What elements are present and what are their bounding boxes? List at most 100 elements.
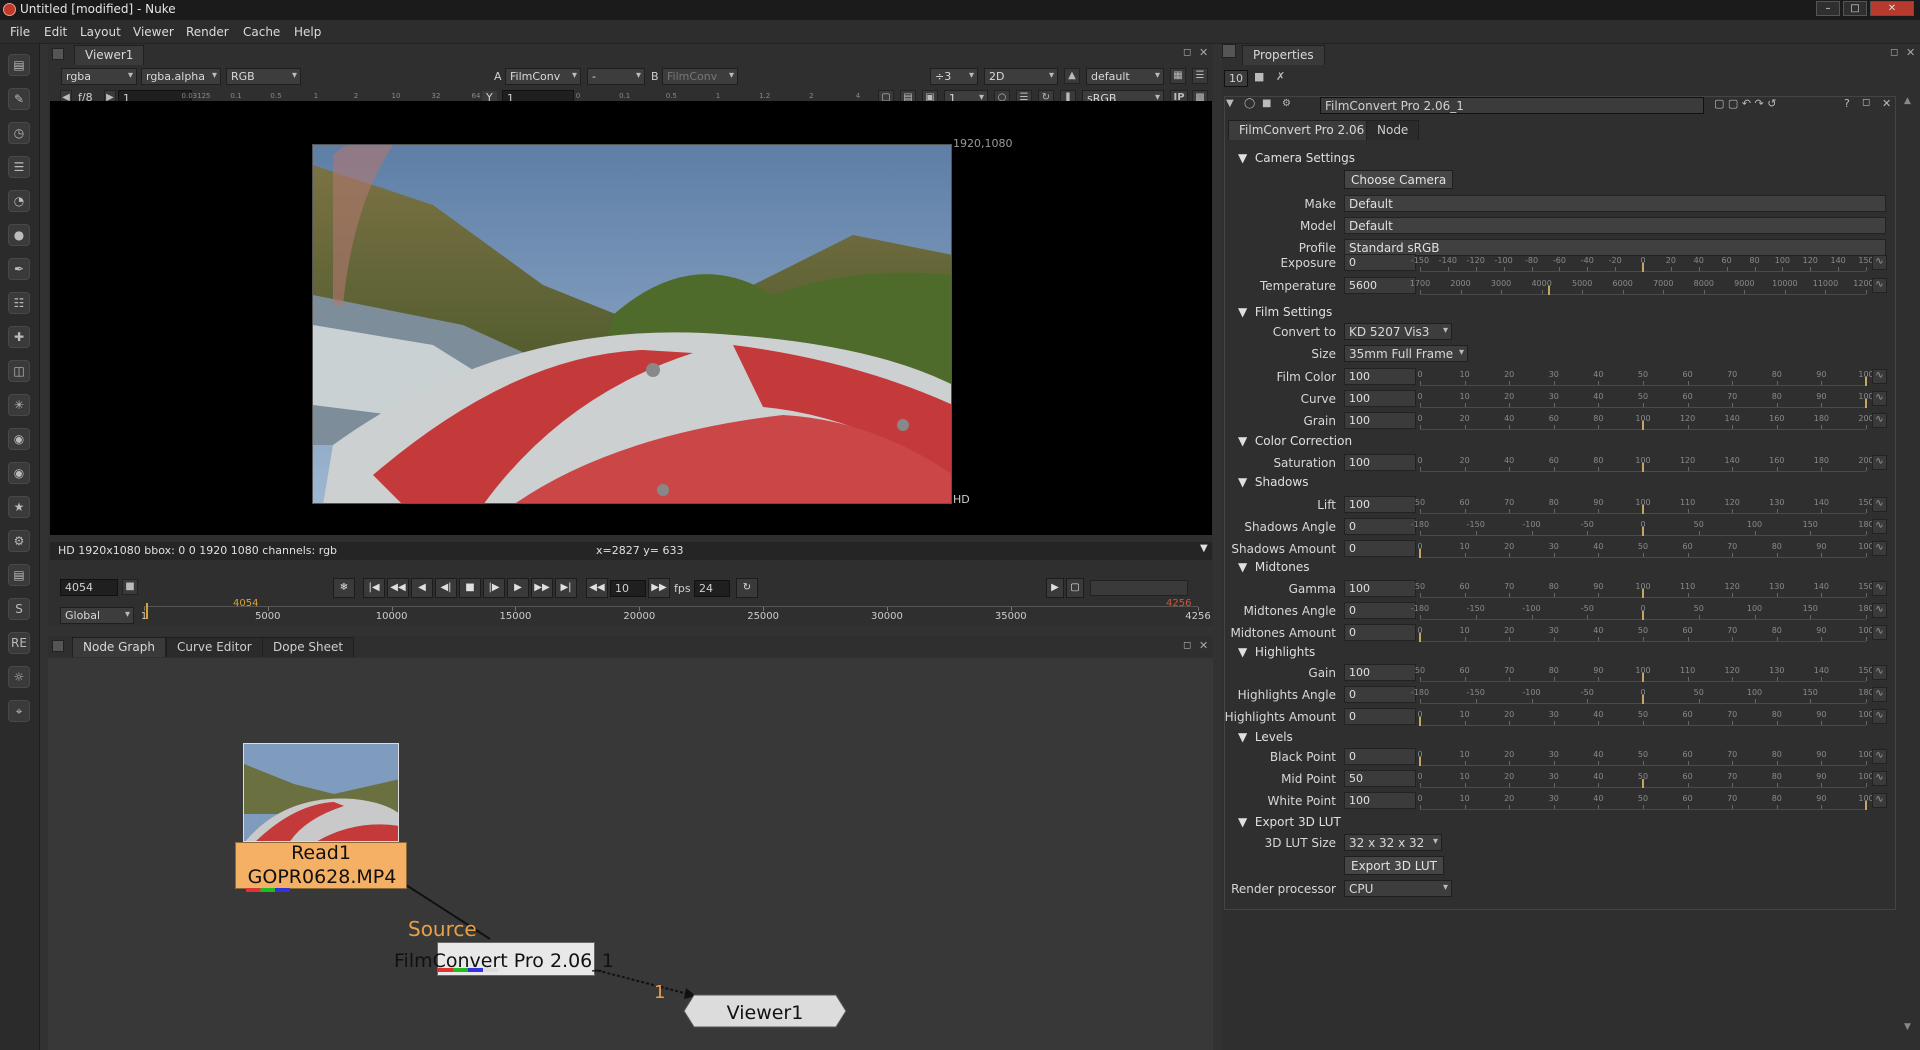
step-forward-icon[interactable]: ▶▶ [648, 578, 670, 598]
tab-dope-sheet[interactable]: Dope Sheet [262, 637, 355, 657]
next-frame-icon[interactable]: ▶ [507, 578, 529, 598]
tab-node[interactable]: Node [1366, 120, 1420, 140]
channel-tool-icon[interactable]: ☰ [8, 156, 30, 178]
slider-gain[interactable]: 50 60 70 80 90 100 110 120 130 140 150 [1415, 666, 1874, 682]
animation-curve-icon[interactable]: ∿ [1872, 497, 1887, 512]
color-correction-section[interactable]: ▼ Color Correction [1238, 434, 1352, 448]
3d-tool-icon[interactable]: ◫ [8, 360, 30, 382]
loop-icon[interactable]: ↻ [736, 578, 758, 598]
slider-lift[interactable]: 50 60 70 80 90 100 110 120 130 140 150 [1415, 498, 1874, 514]
animation-curve-icon[interactable]: ∿ [1872, 625, 1887, 640]
profile-field[interactable]: Standard sRGB [1344, 239, 1886, 256]
info-dropdown-icon[interactable]: ▼ [1200, 543, 1208, 554]
channels-dropdown[interactable]: rgba [61, 68, 137, 85]
slider-handle[interactable] [1865, 399, 1867, 408]
menu-render[interactable]: Render [186, 25, 229, 39]
choose-camera-button[interactable]: Choose Camera [1344, 170, 1454, 189]
slider-curve[interactable]: 0 10 20 30 40 50 60 70 80 90 100 [1417, 392, 1874, 408]
display-style-dropdown[interactable]: RGB [226, 68, 301, 85]
slider-handle[interactable] [1642, 673, 1644, 682]
playback-range-field[interactable] [1090, 580, 1188, 596]
menu-edit[interactable]: Edit [44, 25, 67, 39]
slider-handle[interactable] [1865, 377, 1867, 386]
step-back-icon[interactable]: ◀◀ [586, 578, 608, 598]
animation-curve-icon[interactable]: ∿ [1872, 665, 1887, 680]
ng-close-panel-icon[interactable]: ✕ [1199, 639, 1208, 652]
viewer-image[interactable] [312, 144, 952, 504]
film-settings-section[interactable]: ▼ Film Settings [1238, 305, 1332, 319]
plugin-re-tool-icon[interactable]: RE [8, 632, 30, 654]
animation-curve-icon[interactable]: ∿ [1872, 278, 1887, 293]
value-field-highlights-amount[interactable]: 0 [1344, 708, 1416, 725]
panel-menu-icon[interactable] [52, 48, 64, 60]
slider-handle[interactable] [1548, 286, 1551, 295]
animation-curve-icon[interactable]: ∿ [1872, 603, 1887, 618]
viewer-settings-icon[interactable]: ☰ [1192, 68, 1208, 84]
slider-handle[interactable] [1419, 549, 1421, 558]
props-panel-menu-icon[interactable] [1222, 44, 1236, 58]
slider-handle[interactable] [1865, 801, 1867, 810]
timeline-playhead[interactable] [146, 603, 149, 619]
roi-icon[interactable]: ▦ [1170, 68, 1186, 84]
paint-icon[interactable]: ▲ [1064, 68, 1080, 84]
slider-handle[interactable] [1642, 589, 1644, 598]
slider-handle[interactable] [1642, 779, 1644, 788]
lock-icon[interactable]: ■ [122, 579, 138, 595]
slider-handle[interactable] [1419, 757, 1421, 766]
prev-frame-icon[interactable]: ◀ [411, 578, 433, 598]
value-field-curve[interactable]: 100 [1344, 390, 1416, 407]
plugin-s-tool-icon[interactable]: S [8, 598, 30, 620]
make-field[interactable]: Default [1344, 195, 1886, 212]
render-processor-dropdown[interactable]: CPU [1344, 880, 1452, 897]
range-mode-dropdown[interactable]: Global [60, 607, 134, 624]
slider-film-color[interactable]: 0 10 20 30 40 50 60 70 80 90 100 [1417, 370, 1874, 386]
lut-dropdown[interactable]: default [1086, 68, 1164, 85]
toolsets-tool-icon[interactable]: ⚙ [8, 530, 30, 552]
value-field-shadows-amount[interactable]: 0 [1344, 540, 1416, 557]
export-3d-lut-button[interactable]: Export 3D LUT [1344, 856, 1444, 875]
clear-panels-icon[interactable]: ✗ [1276, 70, 1285, 83]
animation-curve-icon[interactable]: ∿ [1872, 369, 1887, 384]
slider-shadows-amount[interactable]: 0 10 20 30 40 50 60 70 80 90 100 [1417, 542, 1874, 558]
slider-temperature[interactable]: 1700 2000 3000 4000 5000 6000 7000 8000 9000 1000… [1410, 279, 1879, 295]
close-panel-icon[interactable]: ✕ [1199, 46, 1208, 59]
tab-filmconvert[interactable]: FilmConvert Pro 2.06 [1228, 120, 1376, 140]
time-tool-icon[interactable]: ◷ [8, 122, 30, 144]
value-field-exposure[interactable]: 0 [1344, 254, 1416, 271]
animation-curve-icon[interactable]: ∿ [1872, 541, 1887, 556]
slider-midtones-angle[interactable]: -180 -150 -100 -50 0 50 100 150 180 [1411, 604, 1874, 620]
export-3d-lut-section[interactable]: ▼ Export 3D LUT [1238, 815, 1341, 829]
slider-handle[interactable] [1642, 527, 1644, 536]
lut-size-dropdown[interactable]: 32 x 32 x 32 [1344, 834, 1442, 851]
slider-black-point[interactable]: 0 10 20 30 40 50 60 70 80 90 100 [1417, 750, 1874, 766]
highlights-section[interactable]: ▼ Highlights [1238, 645, 1315, 659]
node-settings-icon[interactable]: ⚙ [1282, 98, 1291, 109]
tab-node-graph[interactable]: Node Graph [72, 637, 166, 657]
props-float-icon[interactable]: ◻ [1890, 47, 1898, 58]
lock-panels-icon[interactable]: ■ [1254, 70, 1264, 83]
value-field-white-point[interactable]: 100 [1344, 792, 1416, 809]
next-keyframe-icon[interactable]: ▶▶ [531, 578, 553, 598]
deep-tool-icon[interactable]: ◉ [8, 428, 30, 450]
metadata-tool-icon[interactable]: ★ [8, 496, 30, 518]
value-field-midtones-amount[interactable]: 0 [1344, 624, 1416, 641]
animation-curve-icon[interactable]: ∿ [1872, 519, 1887, 534]
record-icon[interactable]: ▢ [1066, 578, 1084, 598]
slider-exposure[interactable]: -150 -140 -120 -100 -80 -60 -40 -20 0 20 40 60 80 100… [1411, 256, 1874, 272]
close-window-icon[interactable]: ✕ [1870, 1, 1914, 16]
downrez-dropdown[interactable]: ÷3 [930, 68, 978, 85]
color-tool-icon[interactable]: ◔ [8, 190, 30, 212]
tab-curve-editor[interactable]: Curve Editor [166, 637, 263, 657]
slider-saturation[interactable]: 0 20 40 60 80 100 120 140 160 180 200 [1417, 456, 1874, 472]
value-field-mid-point[interactable]: 50 [1344, 770, 1416, 787]
menu-viewer[interactable]: Viewer [133, 25, 174, 39]
slider-handle[interactable] [1642, 505, 1644, 514]
particles-tool-icon[interactable]: ✳ [8, 394, 30, 416]
animation-curve-icon[interactable]: ∿ [1872, 771, 1887, 786]
value-field-lift[interactable]: 100 [1344, 496, 1416, 513]
shadows-section[interactable]: ▼ Shadows [1238, 475, 1308, 489]
view-mode-dropdown[interactable]: 2D [984, 68, 1058, 85]
plugin-globe-tool-icon[interactable]: ☼ [8, 666, 30, 688]
slider-handle[interactable] [1642, 611, 1644, 620]
node-name-field[interactable]: FilmConvert Pro 2.06_1 [1320, 97, 1704, 114]
